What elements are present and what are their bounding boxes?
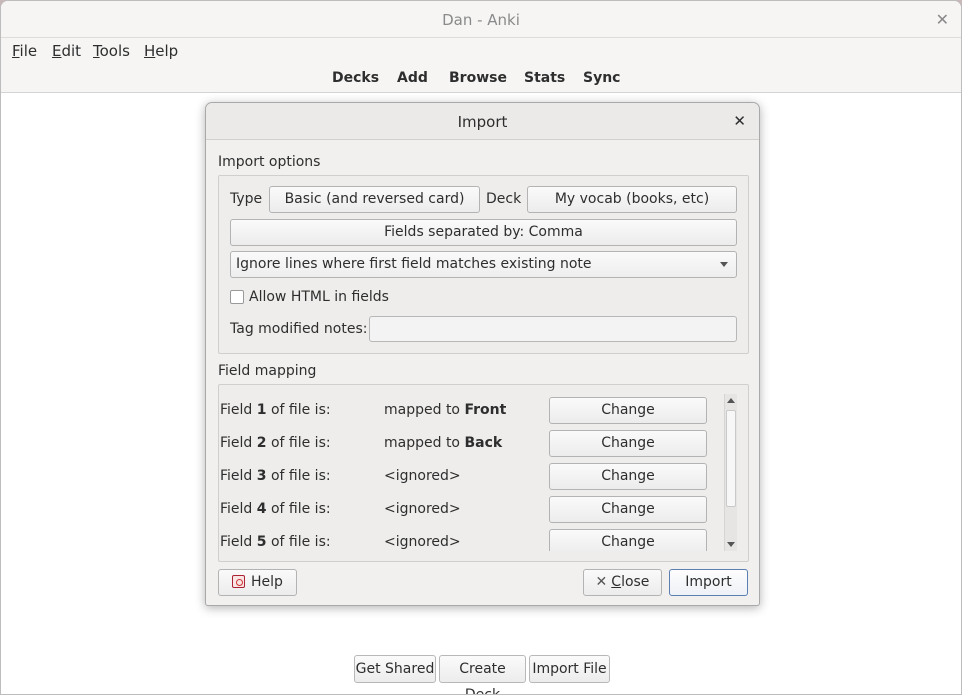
menu-help-mnemonic: H <box>144 42 156 60</box>
change-mapping-button[interactable]: Change <box>549 397 707 424</box>
mapping-target: <ignored> <box>384 468 461 484</box>
mapping-scrollbar[interactable] <box>724 394 737 551</box>
field-mapping-list: Field 1 of file is: mapped to Front Chan… <box>218 394 726 551</box>
window-titlebar[interactable]: Dan - Anki ✕ <box>1 1 961 38</box>
menubar: File Edit Tools Help <box>1 38 961 64</box>
menu-edit[interactable]: Edit <box>52 42 81 60</box>
menu-tools-mnemonic: T <box>93 42 100 60</box>
help-icon <box>232 575 246 588</box>
mapping-field-label: Field 1 of file is: <box>220 402 331 418</box>
mapping-field-label: Field 2 of file is: <box>220 435 331 451</box>
import-options-label: Import options <box>218 154 321 170</box>
mapping-target: <ignored> <box>384 534 461 550</box>
dialog-close-icon[interactable]: ✕ <box>733 112 746 130</box>
toolbar-stats-link[interactable]: Stats <box>524 70 565 86</box>
import-file-button[interactable]: Import File <box>529 655 610 683</box>
change-mapping-button[interactable]: Change <box>549 496 707 523</box>
menu-edit-label: dit <box>61 42 82 60</box>
mapping-field-label: Field 3 of file is: <box>220 468 331 484</box>
change-mapping-button[interactable]: Change <box>549 430 707 457</box>
menu-help[interactable]: Help <box>144 42 178 60</box>
allow-html-checkbox[interactable] <box>230 290 244 304</box>
toolbar-add-link[interactable]: Add <box>397 70 428 86</box>
mapping-field-label: Field 4 of file is: <box>220 501 331 517</box>
import-dialog: Import ✕ Import options Type Basic (and … <box>205 102 760 606</box>
type-label: Type <box>230 191 263 207</box>
mapping-target: <ignored> <box>384 501 461 517</box>
mapping-row: Field 2 of file is: mapped to Back Chang… <box>218 427 726 460</box>
menu-file-label: ile <box>19 42 38 60</box>
tag-modified-input[interactable] <box>369 316 737 342</box>
menu-help-label: elp <box>155 42 179 60</box>
mapping-field-label: Field 5 of file is: <box>220 534 331 550</box>
dialog-title: Import <box>457 113 508 131</box>
toolbar-browse-link[interactable]: Browse <box>449 70 507 86</box>
window-close-icon[interactable]: ✕ <box>936 10 949 29</box>
close-icon: ✕ <box>595 574 608 590</box>
main-toolbar: Decks Add Browse Stats Sync <box>1 64 961 93</box>
import-button[interactable]: Import <box>669 569 748 596</box>
field-mapping-label: Field mapping <box>218 363 317 379</box>
menu-file-mnemonic: F <box>12 42 20 60</box>
scroll-thumb[interactable] <box>726 410 736 507</box>
menu-file[interactable]: File <box>12 42 37 60</box>
allow-html-label[interactable]: Allow HTML in fields <box>249 289 389 305</box>
scroll-up-arrow-icon[interactable] <box>727 398 735 403</box>
mapping-target: mapped to Front <box>384 402 507 418</box>
duplicate-handling-select[interactable]: Ignore lines where first field matches e… <box>230 251 737 278</box>
help-button-label: Help <box>251 574 283 590</box>
menu-tools[interactable]: Tools <box>93 42 130 60</box>
window-title: Dan - Anki <box>442 11 520 29</box>
help-button[interactable]: Help <box>218 569 297 596</box>
get-shared-button[interactable]: Get Shared <box>354 655 436 683</box>
chevron-down-icon <box>720 262 728 267</box>
scroll-down-arrow-icon[interactable] <box>727 542 735 547</box>
toolbar-sync-link[interactable]: Sync <box>583 70 620 86</box>
close-button-mnemonic: C <box>611 574 622 590</box>
toolbar-decks-link[interactable]: Decks <box>332 70 379 86</box>
mapping-row: Field 1 of file is: mapped to Front Chan… <box>218 394 726 427</box>
note-type-button[interactable]: Basic (and reversed card) <box>269 186 480 213</box>
tag-modified-label: Tag modified notes: <box>230 321 368 337</box>
mapping-row: Field 5 of file is: <ignored> Change <box>218 526 726 551</box>
dialog-titlebar[interactable]: Import ✕ <box>206 103 759 140</box>
close-button[interactable]: ✕ Close <box>583 569 662 596</box>
change-mapping-button[interactable]: Change <box>549 529 707 551</box>
mapping-row: Field 3 of file is: <ignored> Change <box>218 460 726 493</box>
duplicate-handling-value: Ignore lines where first field matches e… <box>236 256 592 272</box>
fields-separator-button[interactable]: Fields separated by: Comma <box>230 219 737 246</box>
create-deck-button[interactable]: Create Deck <box>439 655 526 694</box>
change-mapping-button[interactable]: Change <box>549 463 707 490</box>
menu-tools-label: ools <box>99 42 130 60</box>
deck-button[interactable]: My vocab (books, etc) <box>527 186 737 213</box>
mapping-row: Field 4 of file is: <ignored> Change <box>218 493 726 526</box>
deck-label: Deck <box>486 191 522 207</box>
mapping-target: mapped to Back <box>384 435 503 451</box>
close-button-label: lose <box>621 574 650 590</box>
